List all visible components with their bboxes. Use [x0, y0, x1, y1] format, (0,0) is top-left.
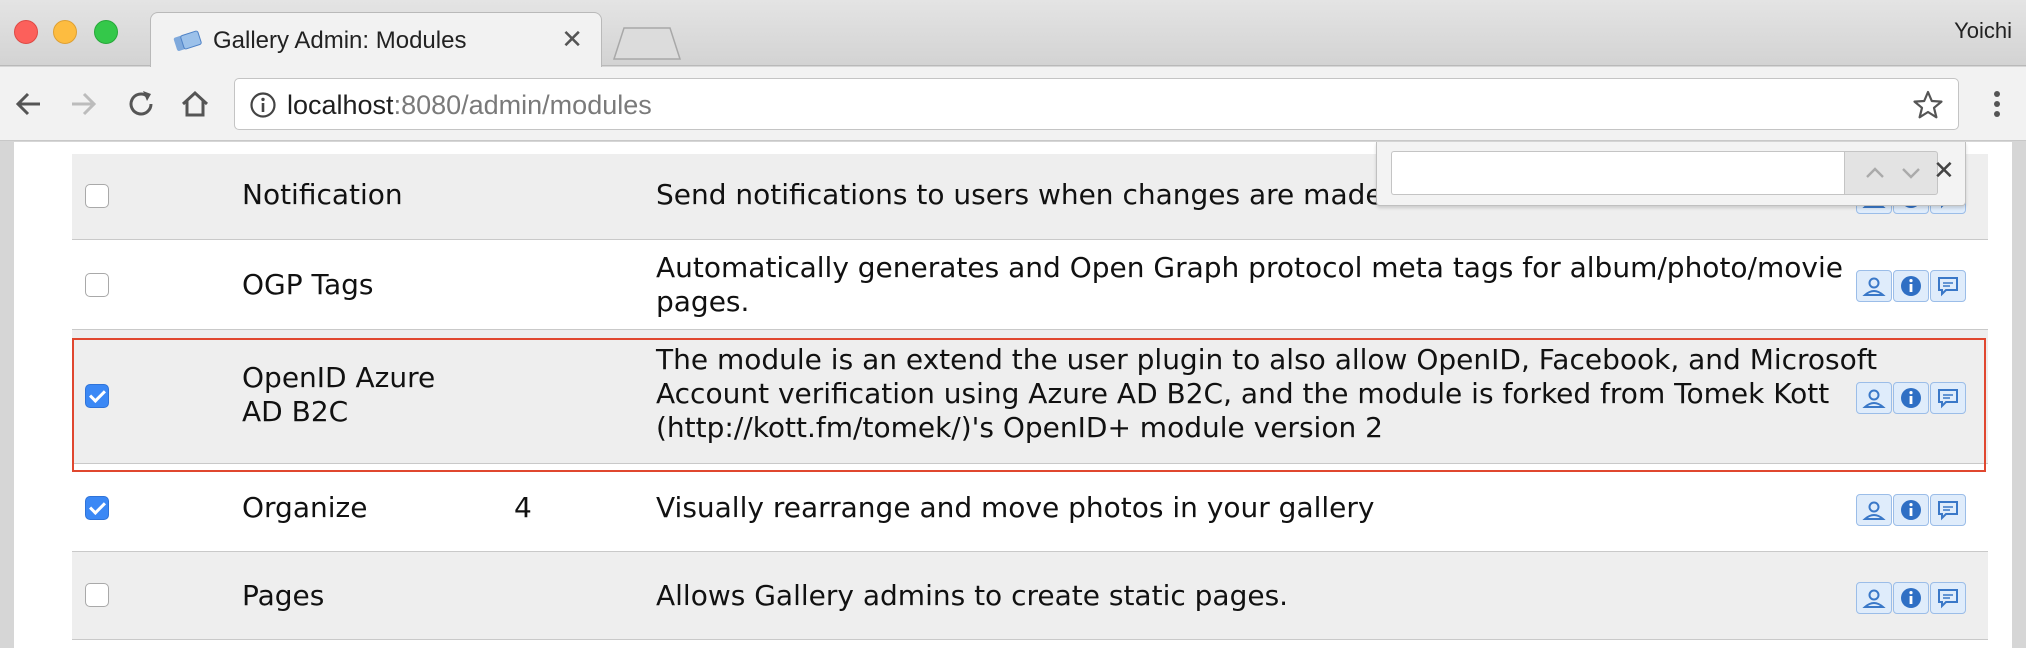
module-actions: [1856, 582, 1966, 614]
module-name: Pages: [242, 579, 325, 612]
module-row-organize: Organize 4 Visually rearrange and move p…: [72, 464, 1988, 552]
module-checkbox[interactable]: [85, 273, 109, 297]
new-tab-button[interactable]: [612, 26, 682, 60]
module-name: Notification: [242, 178, 403, 211]
reload-icon[interactable]: [122, 85, 160, 123]
gallery-favicon-icon: [173, 30, 202, 51]
find-input[interactable]: [1391, 151, 1844, 195]
user-button[interactable]: [1856, 270, 1892, 302]
module-description: Visually rearrange and move photos in yo…: [656, 491, 1375, 524]
info-button[interactable]: [1893, 270, 1929, 302]
tab-close-icon[interactable]: ✕: [561, 25, 583, 55]
forward-arrow-icon[interactable]: [64, 85, 102, 123]
module-name: Organize: [242, 491, 368, 524]
find-previous-icon[interactable]: [1863, 162, 1887, 184]
comment-button[interactable]: [1930, 582, 1966, 614]
module-actions: [1856, 494, 1966, 526]
module-checkbox[interactable]: [85, 496, 109, 520]
url-text[interactable]: localhost:8080/admin/modules: [287, 90, 652, 121]
module-version: 4: [514, 491, 532, 524]
back-arrow-icon[interactable]: [10, 85, 48, 123]
browser-toolbar: localhost:8080/admin/modules: [0, 67, 2026, 141]
module-description: Automatically generates and Open Graph p…: [656, 251, 1843, 318]
site-info-icon[interactable]: [249, 91, 277, 119]
active-tab[interactable]: Gallery Admin: Modules ✕: [150, 12, 602, 68]
info-button[interactable]: [1893, 582, 1929, 614]
find-close-icon[interactable]: ✕: [1933, 156, 1959, 186]
module-name: OGP Tags: [242, 268, 374, 301]
comment-button[interactable]: [1930, 494, 1966, 526]
address-bar[interactable]: localhost:8080/admin/modules: [234, 78, 1959, 130]
module-row-ogp-tags: OGP Tags Automatically generates and Ope…: [72, 240, 1988, 330]
browser-tab-strip: Gallery Admin: Modules ✕ Yoichi: [0, 0, 2026, 68]
module-checkbox[interactable]: [85, 184, 109, 208]
module-checkbox[interactable]: [85, 583, 109, 607]
find-next-icon[interactable]: [1899, 162, 1923, 184]
highlight-annotation-box: [72, 338, 1986, 472]
window-close-button[interactable]: [14, 20, 38, 44]
find-navigation: [1844, 151, 1938, 195]
user-button[interactable]: [1856, 494, 1892, 526]
tab-title: Gallery Admin: Modules: [213, 27, 467, 54]
home-icon[interactable]: [176, 85, 214, 123]
bookmark-star-icon[interactable]: [1912, 89, 1944, 121]
info-button[interactable]: [1893, 494, 1929, 526]
module-description: Allows Gallery admins to create static p…: [656, 579, 1289, 612]
window-minimize-button[interactable]: [53, 20, 77, 44]
browser-menu-icon[interactable]: [1982, 85, 2012, 123]
user-button[interactable]: [1856, 582, 1892, 614]
profile-name[interactable]: Yoichi: [1954, 18, 2012, 44]
find-bar: ✕: [1376, 142, 1966, 206]
window-maximize-button[interactable]: [94, 20, 118, 44]
comment-button[interactable]: [1930, 270, 1966, 302]
module-row-pages: Pages Allows Gallery admins to create st…: [72, 552, 1988, 640]
module-actions: [1856, 270, 1966, 302]
